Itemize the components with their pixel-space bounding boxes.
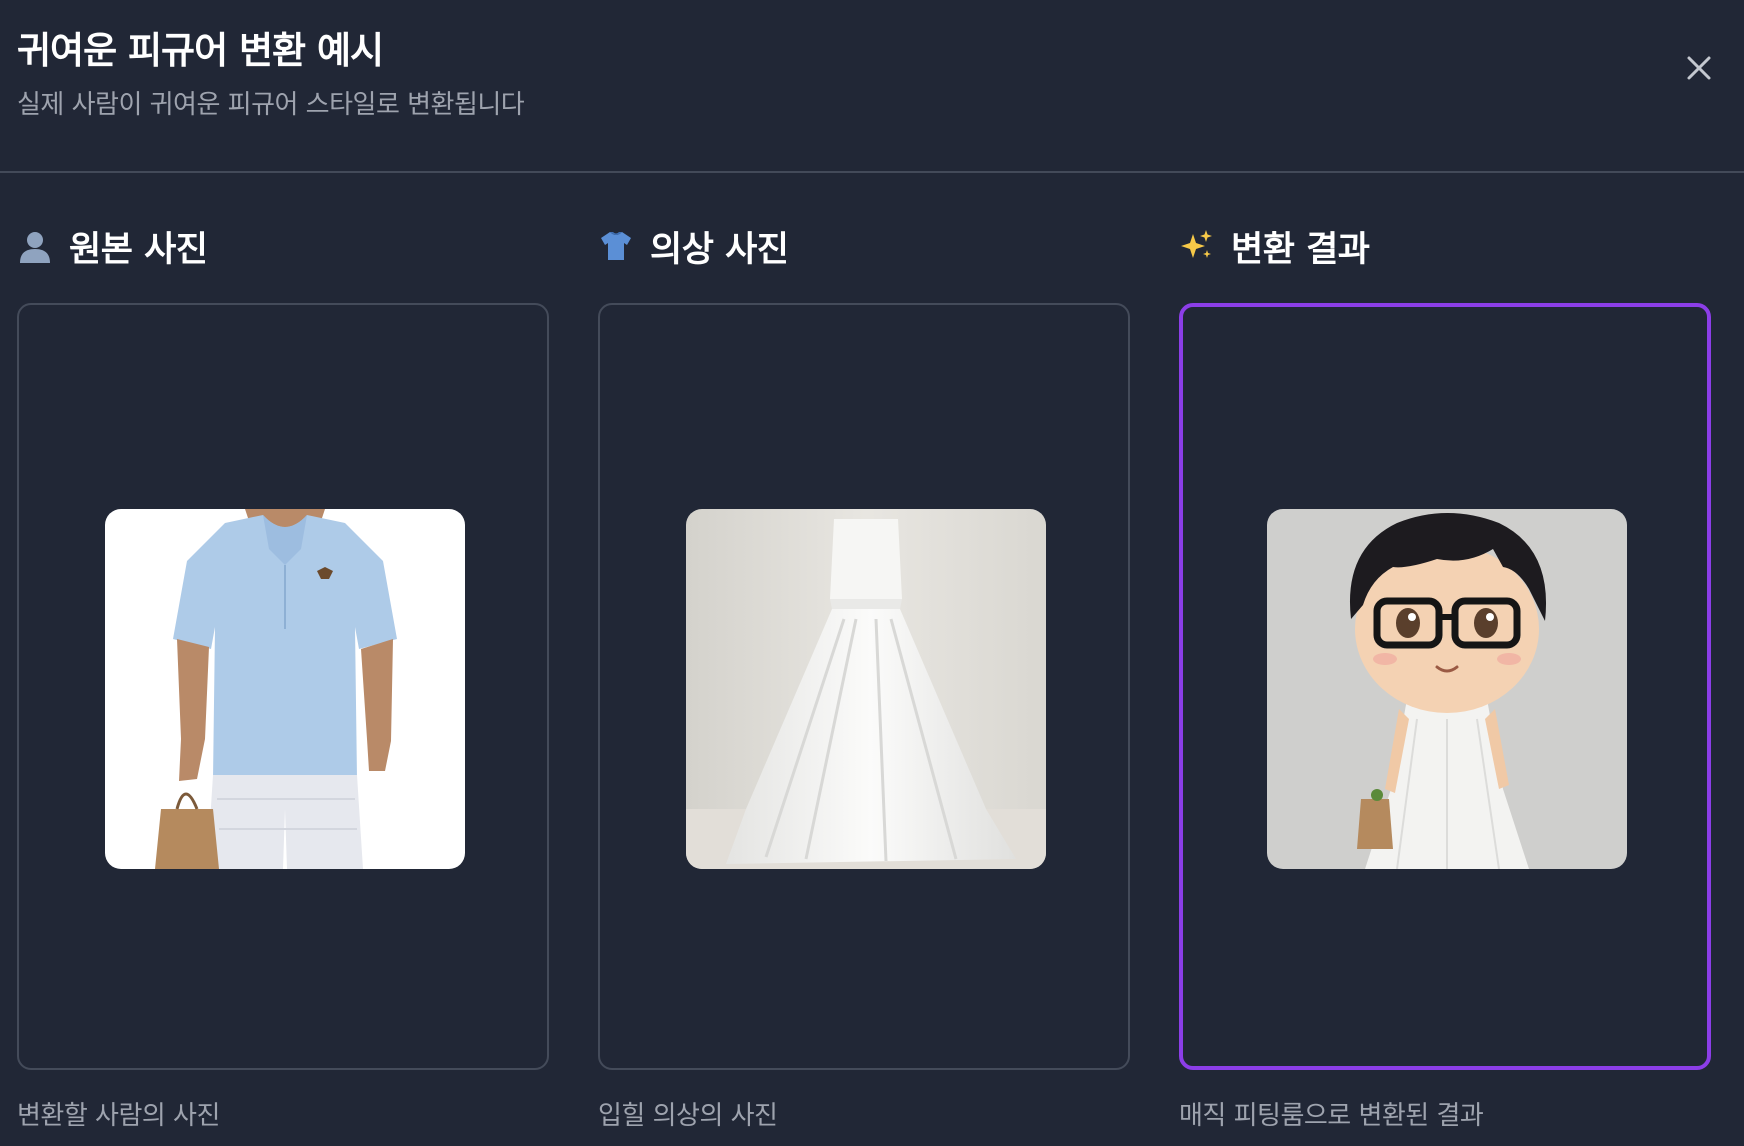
- column-heading: 의상 사진: [598, 222, 789, 270]
- modal-title: 귀여운 피규어 변환 예시: [17, 29, 384, 72]
- column-caption: 입힐 의상의 사진: [598, 1101, 778, 1131]
- modal-header: 귀여운 피규어 변환 예시 실제 사람이 귀여운 피규어 스타일로 변환됩니다: [0, 0, 1744, 173]
- column-heading: 변환 결과: [1179, 222, 1370, 270]
- result-photo-image: [1267, 509, 1627, 869]
- figure-example-modal: 귀여운 피규어 변환 예시 실제 사람이 귀여운 피규어 스타일로 변환됩니다 …: [0, 0, 1744, 1146]
- outfit-photo-frame[interactable]: [598, 303, 1130, 1070]
- column-caption: 변환할 사람의 사진: [17, 1101, 220, 1131]
- column-heading: 원본 사진: [17, 222, 208, 270]
- original-photo-image: [105, 509, 465, 869]
- column-heading-label: 변환 결과: [1231, 229, 1370, 270]
- original-photo-frame[interactable]: [17, 303, 549, 1070]
- column-heading-label: 원본 사진: [69, 229, 208, 270]
- column-heading-label: 의상 사진: [650, 229, 789, 270]
- modal-subtitle: 실제 사람이 귀여운 피규어 스타일로 변환됩니다: [17, 90, 525, 120]
- outfit-photo-image: [686, 509, 1046, 869]
- close-icon: [1687, 56, 1711, 80]
- result-photo-frame[interactable]: [1179, 303, 1711, 1070]
- person-silhouette-icon: [20, 232, 50, 263]
- shirt-icon: [601, 232, 631, 260]
- column-caption: 매직 피팅룸으로 변환된 결과: [1179, 1101, 1484, 1131]
- close-button[interactable]: [1681, 50, 1717, 86]
- sparkles-icon: [1181, 230, 1212, 258]
